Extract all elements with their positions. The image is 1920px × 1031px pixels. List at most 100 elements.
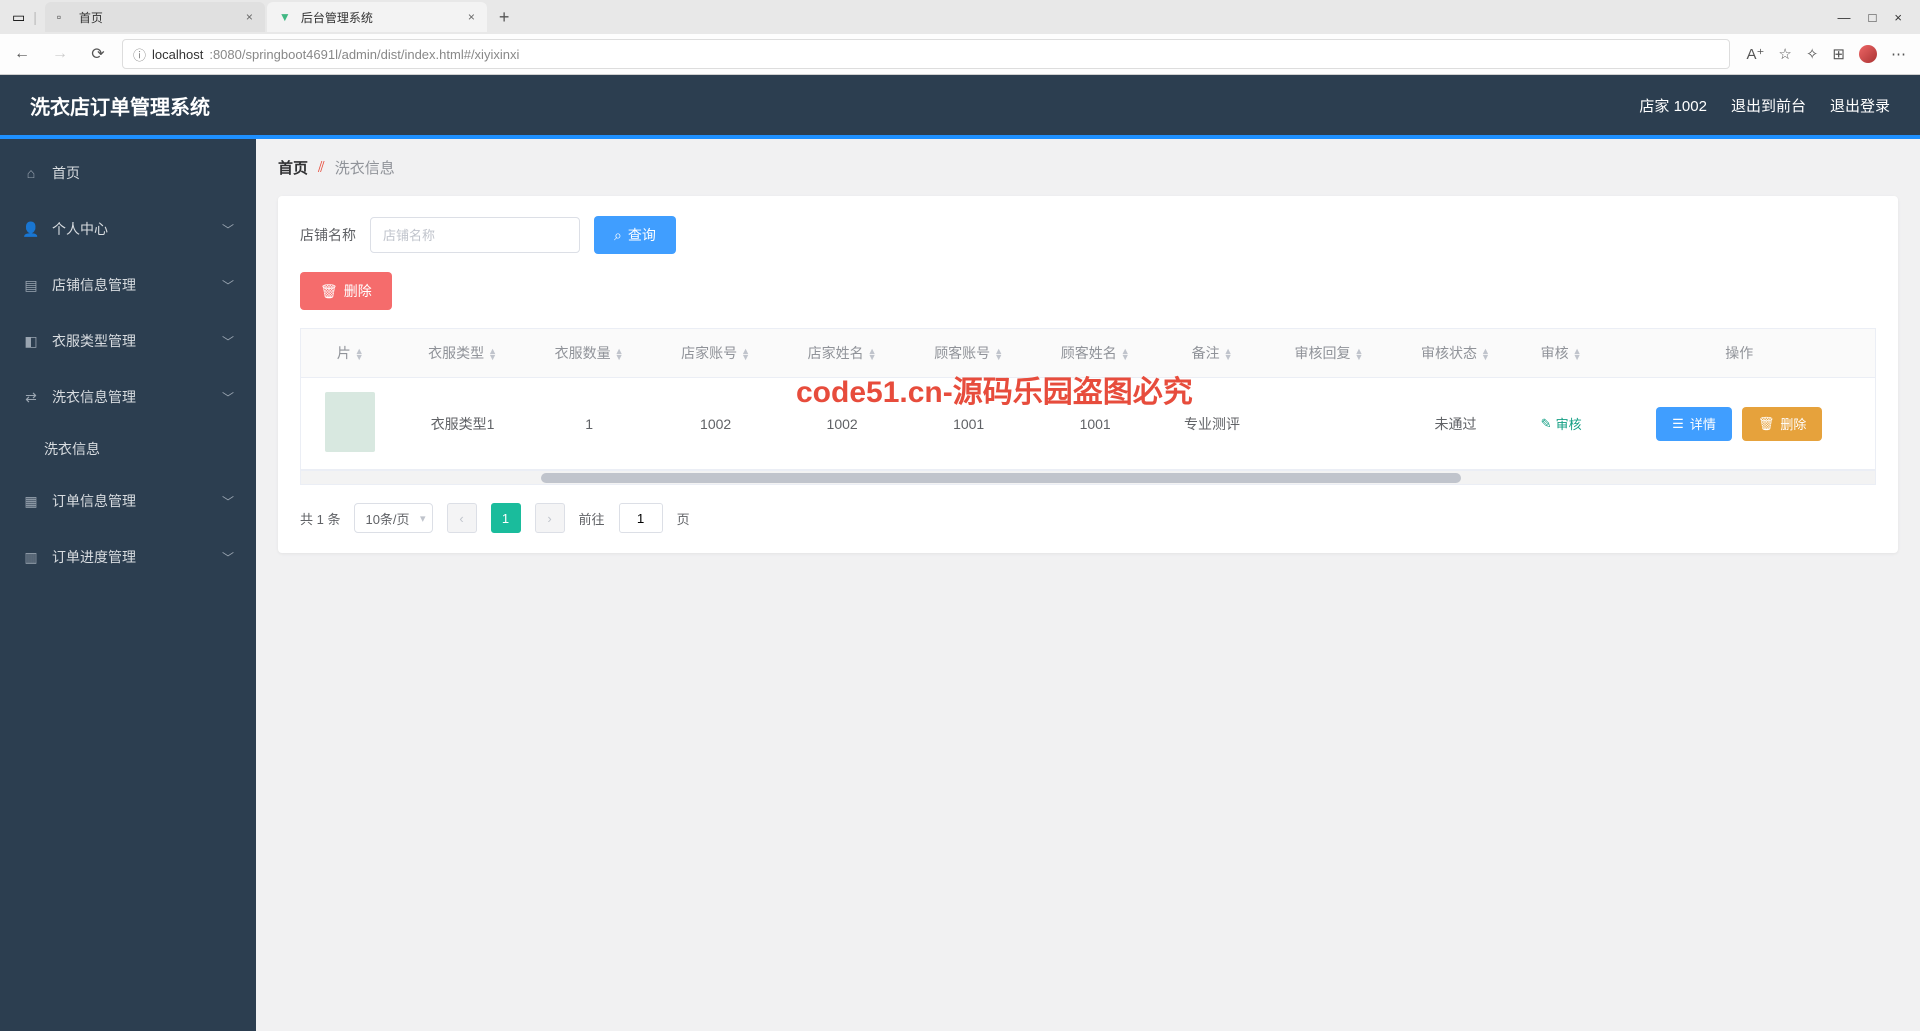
main-card: 店铺名称 ⌕ 查询 🗑 删除 片▲▼ 衣服类型▲▼ 衣服数量▲	[278, 196, 1898, 553]
chevron-down-icon: ﹀	[222, 549, 234, 566]
sort-icon[interactable]: ▲▼	[868, 348, 877, 360]
batch-delete-button[interactable]: 🗑 删除	[300, 272, 392, 310]
list-icon: ☰	[1672, 416, 1684, 432]
sidebar: ⌂ 首页 👤 个人中心 ﹀ ▤ 店铺信息管理 ﹀ ◧ 衣服类型管理 ﹀ ⇄ 洗衣…	[0, 139, 256, 1031]
favorite-icon[interactable]: ☆	[1778, 45, 1791, 63]
col-review-status[interactable]: 审核状态▲▼	[1392, 329, 1519, 378]
sort-icon[interactable]: ▲▼	[488, 348, 497, 360]
col-type[interactable]: 衣服类型▲▼	[399, 329, 526, 378]
cell-shop-acct: 1002	[652, 378, 779, 470]
edit-icon: ✎	[1541, 416, 1552, 432]
browser-tab-bar: ▭ | ▫ 首页 × ▼ 后台管理系统 × + — □ ×	[0, 0, 1920, 34]
page-size-select[interactable]: 10条/页	[354, 503, 432, 533]
cell-review-status: 未通过	[1392, 378, 1519, 470]
more-icon[interactable]: ⋯	[1891, 45, 1906, 63]
prev-page-button[interactable]: ‹	[447, 503, 477, 533]
search-row: 店铺名称 ⌕ 查询	[300, 216, 1876, 254]
close-icon[interactable]: ×	[468, 10, 475, 24]
back-to-front-link[interactable]: 退出到前台	[1731, 95, 1806, 116]
total-text: 共 1 条	[300, 509, 340, 528]
tab-divider: |	[33, 9, 37, 25]
sort-icon[interactable]: ▲▼	[355, 348, 364, 360]
minimize-icon[interactable]: —	[1838, 10, 1851, 25]
browser-tab-2[interactable]: ▼ 后台管理系统 ×	[267, 2, 487, 32]
col-image[interactable]: 片▲▼	[301, 329, 399, 378]
browser-chrome: ▭ | ▫ 首页 × ▼ 后台管理系统 × + — □ × ← → ⟳ ⓘ lo…	[0, 0, 1920, 75]
url-input[interactable]: ⓘ localhost:8080/springboot4691l/admin/d…	[122, 39, 1730, 69]
maximize-icon[interactable]: □	[1869, 10, 1877, 25]
refresh-icon[interactable]: ⟳	[84, 44, 112, 64]
sort-icon[interactable]: ▲▼	[741, 348, 750, 360]
profile-avatar[interactable]	[1859, 45, 1877, 63]
sort-icon[interactable]: ▲▼	[1224, 348, 1233, 360]
sidebar-item-home[interactable]: ⌂ 首页	[0, 145, 256, 201]
close-icon[interactable]: ×	[246, 10, 253, 24]
sort-icon[interactable]: ▲▼	[615, 348, 624, 360]
col-audit[interactable]: 审核▲▼	[1519, 329, 1604, 378]
audit-link[interactable]: ✎ 审核	[1541, 414, 1582, 433]
back-icon[interactable]: ←	[8, 45, 36, 63]
thumbnail-image[interactable]	[325, 392, 375, 452]
extensions-icon[interactable]: ⊞	[1832, 45, 1845, 63]
collections-icon[interactable]: ✧	[1806, 45, 1819, 63]
sidebar-item-label: 订单进度管理	[52, 547, 136, 567]
horizontal-scrollbar[interactable]	[301, 470, 1875, 484]
query-button[interactable]: ⌕ 查询	[594, 216, 676, 254]
sort-icon[interactable]: ▲▼	[1481, 348, 1490, 360]
new-tab-button[interactable]: +	[489, 7, 520, 28]
sort-icon[interactable]: ▲▼	[1573, 348, 1582, 360]
cell-actions: ☰ 详情 🗑 删除	[1604, 378, 1875, 470]
col-cust-acct[interactable]: 顾客账号▲▼	[905, 329, 1032, 378]
browser-tab-1[interactable]: ▫ 首页 ×	[45, 2, 265, 32]
tab-title: 后台管理系统	[301, 9, 373, 26]
site-info-icon[interactable]: ⓘ	[133, 45, 146, 64]
cell-type: 衣服类型1	[399, 378, 526, 470]
window-controls-left: ▭ |	[4, 9, 45, 26]
url-path: :8080/springboot4691l/admin/dist/index.h…	[209, 47, 519, 62]
goto-label: 前往	[579, 509, 605, 528]
sidebar-item-shop-info[interactable]: ▤ 店铺信息管理 ﹀	[0, 257, 256, 313]
col-shop-name[interactable]: 店家姓名▲▼	[779, 329, 906, 378]
table-header-row: 片▲▼ 衣服类型▲▼ 衣服数量▲▼ 店家账号▲▼ 店家姓名▲▼ 顾客账号▲▼ 顾…	[301, 329, 1875, 378]
col-review-reply[interactable]: 审核回复▲▼	[1266, 329, 1393, 378]
col-remark[interactable]: 备注▲▼	[1158, 329, 1265, 378]
trash-icon: 🗑	[320, 283, 338, 300]
user-icon: 👤	[22, 221, 40, 238]
address-actions: A⁺ ☆ ✧ ⊞ ⋯	[1740, 45, 1912, 63]
scrollbar-thumb[interactable]	[541, 473, 1461, 483]
cell-review-reply	[1266, 378, 1393, 470]
chevron-down-icon: ﹀	[222, 277, 234, 294]
sidebar-subitem-wash-info[interactable]: 洗衣信息	[0, 425, 256, 473]
home-icon: ⌂	[22, 165, 40, 181]
reader-icon[interactable]: A⁺	[1746, 45, 1764, 63]
col-qty[interactable]: 衣服数量▲▼	[526, 329, 653, 378]
col-shop-acct[interactable]: 店家账号▲▼	[652, 329, 779, 378]
cell-image	[301, 378, 399, 470]
row-delete-button[interactable]: 🗑 删除	[1742, 407, 1823, 441]
breadcrumb-home[interactable]: 首页	[278, 157, 308, 178]
sort-icon[interactable]: ▲▼	[1354, 348, 1363, 360]
next-page-button[interactable]: ›	[535, 503, 565, 533]
detail-button[interactable]: ☰ 详情	[1656, 407, 1732, 441]
sort-icon[interactable]: ▲▼	[994, 348, 1003, 360]
app-header: 洗衣店订单管理系统 店家 1002 退出到前台 退出登录	[0, 75, 1920, 135]
shop-name-input[interactable]	[370, 217, 580, 253]
logout-link[interactable]: 退出登录	[1830, 95, 1890, 116]
close-window-icon[interactable]: ×	[1894, 10, 1902, 25]
user-label[interactable]: 店家 1002	[1639, 95, 1707, 116]
sort-icon[interactable]: ▲▼	[1121, 348, 1130, 360]
table-row: 衣服类型1 1 1002 1002 1001 1001 专业测评 未通过	[301, 378, 1875, 470]
goto-page-input[interactable]	[619, 503, 663, 533]
sidebar-item-order-progress[interactable]: ▥ 订单进度管理 ﹀	[0, 529, 256, 585]
col-cust-name[interactable]: 顾客姓名▲▼	[1032, 329, 1159, 378]
page-number-button[interactable]: 1	[491, 503, 521, 533]
tab-actions-icon[interactable]: ▭	[12, 9, 25, 26]
chevron-down-icon: ﹀	[222, 221, 234, 238]
sidebar-item-order-info[interactable]: ▦ 订单信息管理 ﹀	[0, 473, 256, 529]
main-layout: ⌂ 首页 👤 个人中心 ﹀ ▤ 店铺信息管理 ﹀ ◧ 衣服类型管理 ﹀ ⇄ 洗衣…	[0, 139, 1920, 1031]
sidebar-item-wash-info[interactable]: ⇄ 洗衣信息管理 ︿	[0, 369, 256, 425]
shop-icon: ▤	[22, 277, 40, 294]
sidebar-item-cloth-type[interactable]: ◧ 衣服类型管理 ﹀	[0, 313, 256, 369]
page-icon: ▫	[57, 10, 71, 24]
sidebar-item-profile[interactable]: 👤 个人中心 ﹀	[0, 201, 256, 257]
